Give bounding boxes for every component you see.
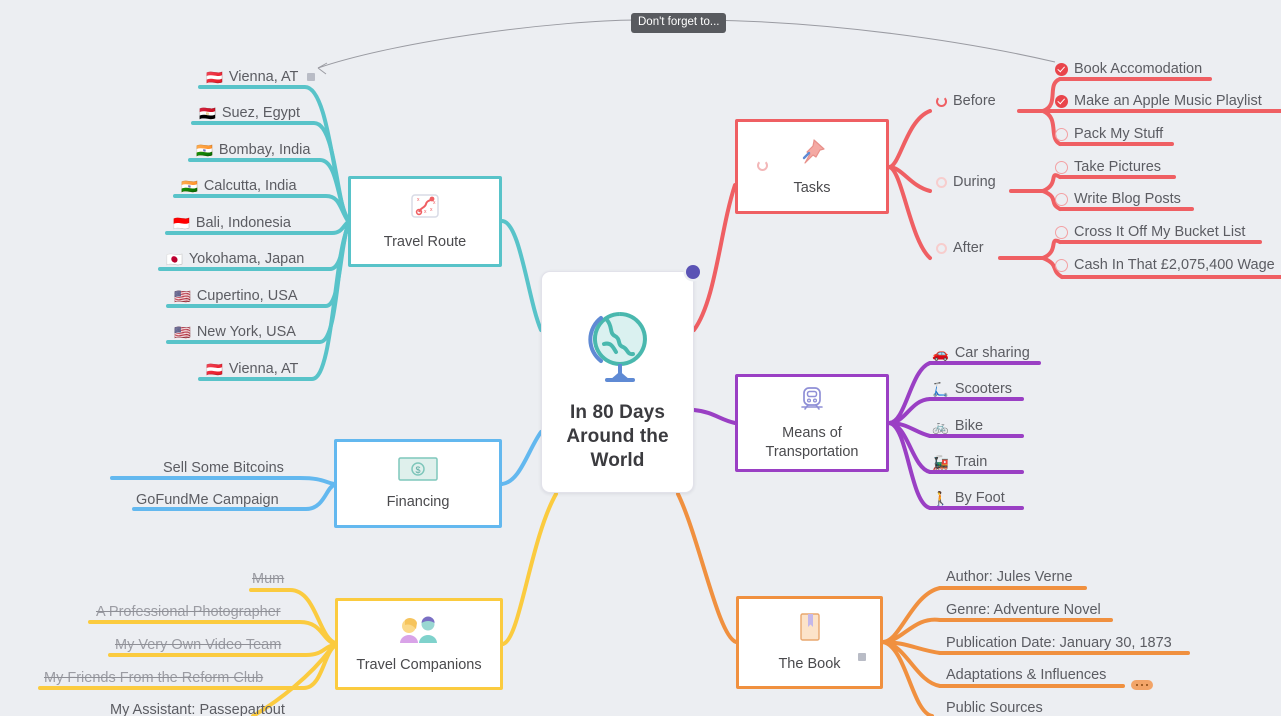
task-item[interactable]: Cross It Off My Bucket List [1055,225,1245,240]
list-item[interactable]: 🇮🇩 Bali, Indonesia [173,216,291,231]
branch-label-the-book: The Book [778,655,841,672]
progress-ring-icon [936,95,947,107]
branch-node-travel-companions[interactable]: Travel Companions [335,598,503,690]
collapsed-children-badge[interactable] [1131,680,1153,690]
progress-ring-icon [936,176,947,188]
list-item[interactable]: GoFundMe Campaign [136,493,279,508]
book-icon [797,612,823,648]
list-item[interactable]: 🇺🇸 Cupertino, USA [174,289,298,304]
task-group-before[interactable]: Before [936,94,996,109]
list-item[interactable]: Public Sources [946,701,1043,716]
note-indicator-icon [307,73,316,82]
branch-label-travel-route: Travel Route [383,233,467,250]
list-item[interactable]: 🇦🇹 Vienna, AT [206,69,316,85]
train-emoji-icon: 🚂 [932,454,949,470]
branch-node-transportation[interactable]: Means of Transportation [735,374,889,472]
list-item[interactable]: 🇺🇸 New York, USA [174,325,296,340]
list-item[interactable]: A Professional Photographer [96,605,281,620]
checkbox-empty-icon[interactable] [1055,160,1068,174]
task-item[interactable]: Make an Apple Music Playlist [1055,94,1262,109]
flag-icon: 🇮🇳 [196,142,213,158]
list-item[interactable]: Sell Some Bitcoins [163,461,284,476]
flag-icon: 🇦🇹 [206,69,223,85]
checkbox-checked-icon[interactable] [1055,94,1068,108]
flag-icon: 🇮🇩 [173,215,190,231]
branch-label-financing: Financing [386,493,450,510]
branch-node-travel-route[interactable]: xxxx Travel Route [348,176,502,267]
task-item[interactable]: Write Blog Posts [1055,192,1181,207]
task-item[interactable]: Cash In That £2,075,400 Wage [1055,258,1275,273]
list-item[interactable]: My Friends From the Reform Club [44,671,263,686]
list-item[interactable]: Genre: Adventure Novel [946,603,1101,618]
list-item[interactable]: My Assistant: Passepartout [110,703,285,716]
task-item[interactable]: Take Pictures [1055,160,1161,175]
task-item[interactable]: Book Accomodation [1055,62,1202,77]
bike-icon: 🚲 [932,418,949,434]
list-item[interactable]: Publication Date: January 30, 1873 [946,636,1172,651]
branch-label-tasks: Tasks [793,179,831,196]
central-node-title: In 80 Days Around the World [566,402,669,471]
tooltip-dont-forget: Don't forget to... [631,13,727,33]
list-item[interactable]: 🇮🇳 Calcutta, India [181,179,297,194]
flag-icon: 🇦🇹 [206,361,223,377]
walking-icon: 🚶 [932,490,949,506]
flag-icon: 🇺🇸 [174,288,191,304]
branch-node-the-book[interactable]: The Book [736,596,883,689]
scooter-icon: 🛴 [932,381,949,397]
checkbox-checked-icon[interactable] [1055,62,1068,76]
checkbox-empty-icon[interactable] [1055,192,1068,206]
two-people-icon [396,613,442,649]
list-item[interactable]: 🚲 Bike [932,419,983,434]
task-group-after[interactable]: After [936,241,984,256]
svg-text:$: $ [415,465,420,475]
list-item[interactable]: 🇪🇬 Suez, Egypt [199,106,300,121]
car-icon: 🚗 [932,345,949,361]
checkbox-empty-icon[interactable] [1055,225,1068,239]
branch-node-tasks[interactable]: Tasks [735,119,889,214]
task-item[interactable]: Pack My Stuff [1055,127,1163,142]
list-item[interactable]: 🚶 By Foot [932,491,1005,506]
list-item[interactable]: Author: Jules Verne [946,570,1073,585]
checkbox-empty-icon[interactable] [1055,258,1068,272]
list-item[interactable]: 🚗 Car sharing [932,346,1030,361]
train-icon [798,385,826,417]
list-item[interactable]: 🚂 Train [932,455,987,470]
task-group-during[interactable]: During [936,175,996,190]
pushpin-icon [796,136,828,172]
checkbox-empty-icon[interactable] [1055,127,1068,141]
route-map-icon: xxxx [410,192,440,226]
list-item[interactable]: 🇮🇳 Bombay, India [196,143,310,158]
list-item[interactable]: 🇯🇵 Yokohama, Japan [166,252,304,267]
progress-ring-icon [757,160,768,171]
progress-ring-icon [936,242,947,254]
branch-label-travel-companions: Travel Companions [356,657,482,674]
central-node-badge[interactable] [686,265,700,279]
branch-label-transportation: Means of Transportation [765,425,859,460]
flag-icon: 🇮🇳 [181,178,198,194]
list-item[interactable]: My Very Own Video Team [115,638,281,653]
central-node[interactable]: In 80 Days Around the World [541,265,700,493]
list-item[interactable]: 🇦🇹 Vienna, AT [206,362,298,377]
list-item[interactable]: 🛴 Scooters [932,382,1012,397]
mindmap-canvas[interactable]: Don't forget to... In 80 Days Around the… [0,0,1281,716]
flag-icon: 🇯🇵 [166,251,183,267]
globe-icon [579,306,657,394]
branch-node-financing[interactable]: $ Financing [334,439,502,528]
flag-icon: 🇪🇬 [199,105,216,121]
flag-icon: 🇺🇸 [174,324,191,340]
note-indicator-icon [858,653,866,661]
list-item[interactable]: Adaptations & Influences [946,668,1106,683]
banknote-icon: $ [398,456,438,486]
list-item[interactable]: Mum [252,572,284,587]
